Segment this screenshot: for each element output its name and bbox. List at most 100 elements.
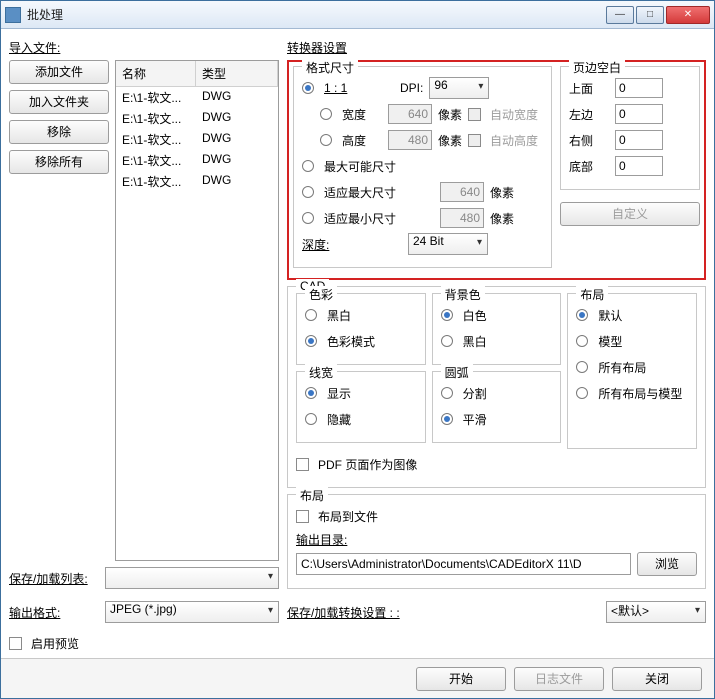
margin-bottom-input[interactable] [615,156,663,176]
app-icon [5,7,21,23]
palette-bw-radio[interactable] [305,309,317,321]
auto-height-checkbox [468,134,481,147]
lineweight-title: 线宽 [305,364,337,381]
browse-button[interactable]: 浏览 [637,552,697,576]
file-row[interactable]: E:\1-软文...DWG [116,150,278,171]
palette-group: 色彩 黑白 色彩模式 [296,293,426,365]
width-input[interactable] [388,104,432,124]
file-row[interactable]: E:\1-软文...DWG [116,129,278,150]
minimize-button[interactable]: — [606,6,634,24]
layout-group: 布局 默认 模型 所有布局 所有布局与模型 [567,293,697,449]
format-size-title: 格式尺寸 [302,59,358,76]
add-file-button[interactable]: 添加文件 [9,60,109,84]
margin-top-label: 上面 [569,80,609,97]
col-name-header[interactable]: 名称 [116,61,196,86]
margin-group: 页边空白 上面 左边 右侧 底部 [560,66,700,190]
max-possible-radio[interactable] [302,160,314,172]
ratio-11-radio[interactable] [302,82,314,94]
col-type-header[interactable]: 类型 [196,61,278,86]
margin-title: 页边空白 [569,59,625,76]
palette-title: 色彩 [305,286,337,303]
height-radio[interactable] [320,134,332,146]
enable-preview-checkbox[interactable] [9,637,22,650]
palette-color-radio[interactable] [305,335,317,347]
layout-to-files-label: 布局到文件 [318,508,378,525]
lw-hide-radio[interactable] [305,413,317,425]
fit-max-radio[interactable] [302,186,314,198]
height-input[interactable] [388,130,432,150]
bg-black-radio[interactable] [441,335,453,347]
right-panel: 转换器设置 格式尺寸 1 : 1 DPI: 96 [287,37,706,658]
saveload-list-select[interactable] [105,567,279,589]
outdir-input[interactable] [296,553,631,575]
log-file-button: 日志文件 [514,667,604,691]
file-name: E:\1-软文... [122,89,202,106]
margin-left-label: 左边 [569,106,609,123]
fit-min-label: 适应最小尺寸 [324,210,434,227]
output-format-label: 输出格式: [9,604,99,621]
lw-show-label: 显示 [327,385,351,402]
margin-right-label: 右侧 [569,132,609,149]
bgcolor-title: 背景色 [441,286,485,303]
arc-smooth-radio[interactable] [441,413,453,425]
layout-allmodel-label: 所有布局与模型 [598,385,682,402]
lw-show-radio[interactable] [305,387,317,399]
fit-min-input[interactable] [440,208,484,228]
layout-to-files-checkbox[interactable] [296,510,309,523]
auto-height-label: 自动高度 [490,132,538,149]
start-button[interactable]: 开始 [416,667,506,691]
arc-title: 圆弧 [441,364,473,381]
ratio-11-label: 1 : 1 [324,81,394,95]
cad-group: CAD 色彩 黑白 色彩模式 线宽 显示 隐藏 [287,286,706,488]
arc-group: 圆弧 分割 平滑 [432,371,562,443]
bg-white-radio[interactable] [441,309,453,321]
layout-all-label: 所有布局 [598,359,646,376]
pdf-as-image-checkbox[interactable] [296,458,309,471]
pixels-label-1: 像素 [438,106,462,123]
margin-right-input[interactable] [615,130,663,150]
layout-allmodel-radio[interactable] [576,387,588,399]
file-name: E:\1-软文... [122,131,202,148]
layout-all-radio[interactable] [576,361,588,373]
window-title: 批处理 [27,6,606,23]
fit-max-input[interactable] [440,182,484,202]
output-format-select[interactable]: JPEG (*.jpg) [105,601,279,623]
saveload-conv-select[interactable]: <默认> [606,601,706,623]
titlebar[interactable]: 批处理 — □ ✕ [1,1,714,29]
file-row[interactable]: E:\1-软文...DWG [116,171,278,192]
margin-left-input[interactable] [615,104,663,124]
layout-output-title: 布局 [296,487,328,504]
close-button[interactable]: ✕ [666,6,710,24]
maximize-button[interactable]: □ [636,6,664,24]
margin-top-input[interactable] [615,78,663,98]
dpi-select[interactable]: 96 [429,77,489,99]
lw-hide-label: 隐藏 [327,411,351,428]
dpi-label: DPI: [400,81,423,95]
left-panel: 导入文件: 添加文件 加入文件夹 移除 移除所有 名称 类型 E:\1-软文..… [9,37,279,658]
depth-select[interactable]: 24 Bit [408,233,488,255]
add-folder-button[interactable]: 加入文件夹 [9,90,109,114]
layout-title: 布局 [576,286,608,303]
layout-model-label: 模型 [598,333,622,350]
enable-preview-label: 启用预览 [31,635,79,652]
remove-all-button[interactable]: 移除所有 [9,150,109,174]
file-list[interactable]: 名称 类型 E:\1-软文...DWGE:\1-软文...DWGE:\1-软文.… [115,60,279,561]
arc-split-radio[interactable] [441,387,453,399]
layout-model-radio[interactable] [576,335,588,347]
pixels-label-3: 像素 [490,184,514,201]
file-row[interactable]: E:\1-软文...DWG [116,87,278,108]
bg-white-label: 白色 [463,307,487,324]
file-type: DWG [202,131,272,148]
remove-button[interactable]: 移除 [9,120,109,144]
layout-default-radio[interactable] [576,309,588,321]
close-dialog-button[interactable]: 关闭 [612,667,702,691]
width-label: 宽度 [342,106,382,123]
fit-min-radio[interactable] [302,212,314,224]
width-radio[interactable] [320,108,332,120]
file-type: DWG [202,152,272,169]
saveload-list-label: 保存/加载列表: [9,570,99,587]
pixels-label-4: 像素 [490,210,514,227]
batch-window: 批处理 — □ ✕ 导入文件: 添加文件 加入文件夹 移除 移除所有 名称 类型 [0,0,715,699]
file-row[interactable]: E:\1-软文...DWG [116,108,278,129]
depth-label: 深度: [302,236,402,253]
